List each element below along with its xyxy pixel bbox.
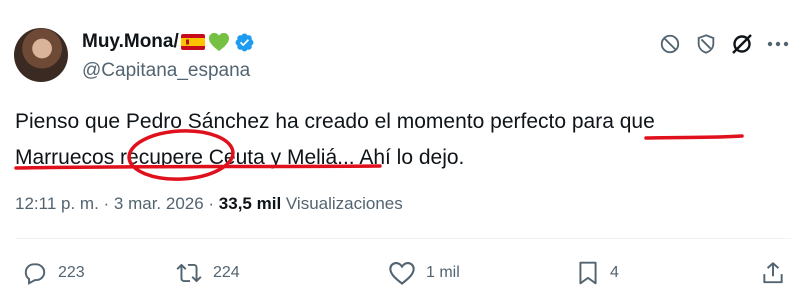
bookmark-button[interactable]: 4 [576, 260, 619, 286]
tweet-date[interactable]: 3 mar. 2026 [114, 194, 204, 214]
tweet-meta: 12:11 p. m. · 3 mar. 2026 · 33,5 mil Vis… [15, 194, 403, 214]
author-name-row: Muy.Mona/ [82, 29, 255, 55]
tweet-text: Pienso que Pedro Sánchez ha creado el mo… [15, 104, 775, 176]
author-handle[interactable]: @Capitana_espana [82, 60, 250, 82]
repost-icon [175, 260, 203, 286]
verified-badge-icon [234, 32, 255, 53]
tweet-line-1: Pienso que Pedro Sánchez ha creado el mo… [15, 110, 655, 133]
avatar[interactable] [14, 28, 68, 82]
bookmark-icon [576, 260, 600, 286]
mute-icon[interactable] [656, 31, 684, 57]
views-label: Visualizaciones [281, 194, 403, 213]
meta-separator-2: · [203, 194, 219, 213]
grok-icon[interactable] [728, 31, 756, 57]
share-button[interactable] [760, 260, 786, 286]
views-count: 33,5 mil [218, 194, 282, 213]
more-icon[interactable] [764, 31, 792, 57]
repost-button[interactable]: 224 [175, 260, 240, 286]
spain-flag-icon [180, 34, 205, 50]
divider [15, 238, 791, 239]
action-bar: 223 224 1 mil 4 [0, 260, 806, 288]
bookmark-count: 4 [610, 264, 619, 281]
like-button[interactable]: 1 mil [388, 260, 460, 286]
meta-separator: · [98, 194, 114, 213]
reply-icon [22, 260, 48, 286]
repost-count: 224 [213, 264, 240, 281]
display-name[interactable]: Muy.Mona/ [82, 31, 179, 53]
heart-icon [388, 260, 416, 286]
tweet-time[interactable]: 12:11 p. m. [15, 194, 99, 214]
header-actions [656, 31, 792, 57]
green-heart-icon [208, 32, 230, 52]
reply-count: 223 [58, 264, 85, 281]
reply-button[interactable]: 223 [22, 260, 85, 286]
tweet-line-2: Marruecos recupere Ceuta y Meliá... Ahí … [15, 146, 465, 169]
block-icon[interactable] [692, 31, 720, 57]
share-icon [760, 260, 786, 286]
like-count: 1 mil [426, 264, 460, 281]
